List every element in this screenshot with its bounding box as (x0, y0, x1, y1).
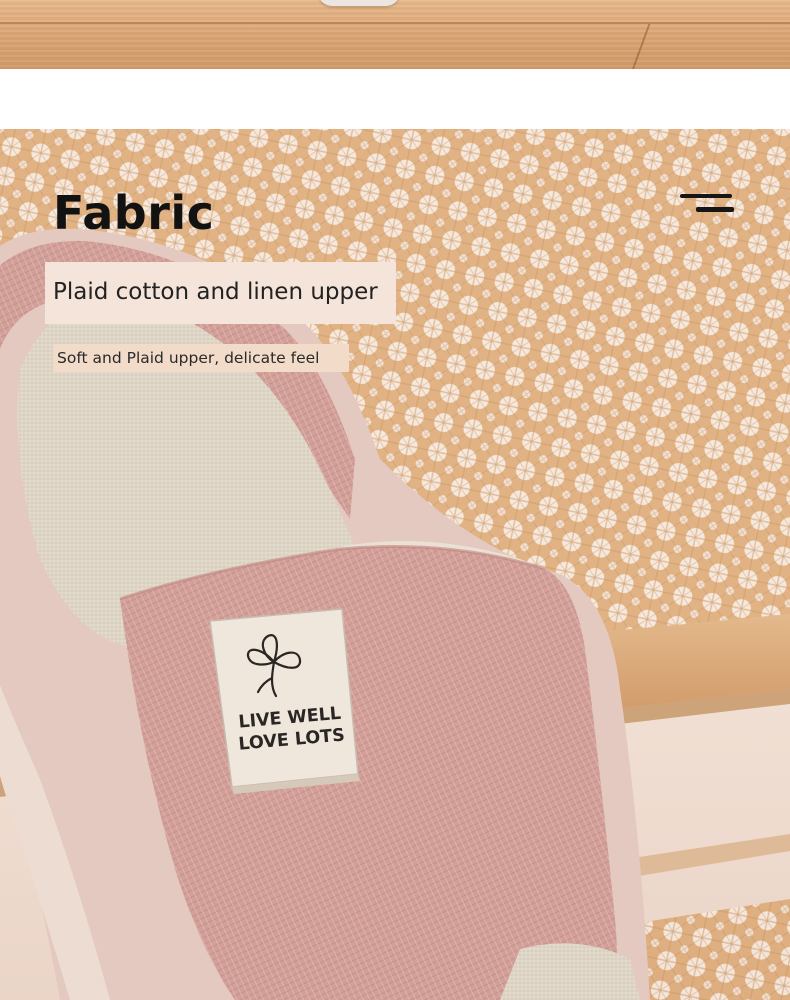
section-title: Fabric (53, 186, 215, 240)
bowl-edge (318, 0, 400, 6)
menu-icon[interactable] (680, 194, 734, 216)
menu-icon-line (696, 207, 734, 212)
section-subtitle: Plaid cotton and linen upper (53, 279, 378, 305)
wood-floor-photo (0, 0, 790, 69)
section-divider (0, 69, 790, 129)
floor-seam (0, 22, 790, 24)
section-caption: Soft and Plaid upper, delicate feel (57, 349, 320, 367)
wood-grain (0, 0, 790, 69)
clover-icon (246, 634, 302, 698)
menu-icon-line (680, 194, 732, 198)
product-photo: LIVE WELL LOVE LOTS (0, 129, 790, 1000)
slipper-scene (0, 129, 790, 1000)
